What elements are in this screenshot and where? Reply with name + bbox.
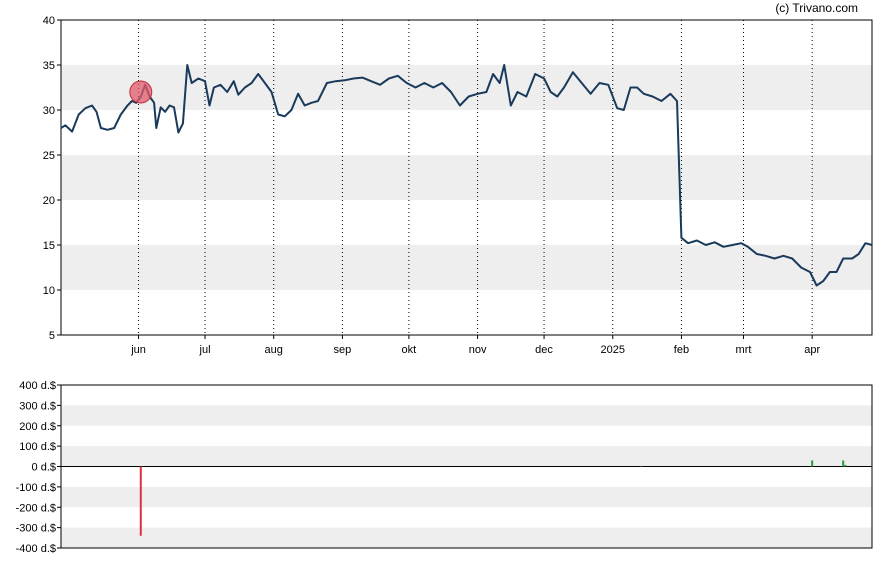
y-tick-label: -300 d.$ (16, 523, 56, 535)
y-tick-label: -100 d.$ (16, 482, 56, 494)
chart-canvas: jun jul aug sep okt nov dec 2025 feb mrt apr510152… (16, 15, 873, 555)
trade-marker (129, 80, 153, 104)
x-tick-label: aug (265, 344, 283, 356)
x-tick-label: okt (402, 344, 417, 356)
y-tick-label: 25 (43, 150, 55, 162)
y-tick-label: -400 d.$ (16, 543, 56, 555)
x-tick-label: nov (469, 344, 487, 356)
y-tick-label: 200 d.$ (19, 421, 56, 433)
x-tick-label: sep (334, 344, 352, 356)
x-tick-label: feb (674, 344, 689, 356)
price-chart: jun jul aug sep okt nov dec 2025 feb mrt apr510152… (43, 15, 873, 356)
volume-band (61, 527, 872, 548)
price-band (61, 155, 872, 200)
y-tick-label: 35 (43, 60, 55, 72)
x-tick-label: jul (199, 344, 211, 356)
volume-band (61, 486, 872, 508)
x-tick-label: 2025 (601, 344, 625, 356)
y-tick-label: 30 (43, 105, 55, 117)
volume-band (61, 446, 872, 467)
y-tick-label: 15 (43, 240, 55, 252)
insider-trades-chart: 400 d.$ 300 d.$ 200 d.$ 100 d.$ 0 d.$ -100 d.… (16, 380, 873, 555)
y-tick-label: 40 (43, 15, 55, 27)
y-tick-label: 100 d.$ (19, 441, 56, 453)
y-tick-label: 400 d.$ (19, 380, 56, 392)
price-band (61, 65, 872, 110)
x-tick-label: mrt (736, 344, 752, 356)
y-tick-label: 300 d.$ (19, 400, 56, 412)
x-tick-label: dec (535, 344, 553, 356)
x-tick-label: apr (804, 344, 820, 356)
y-tick-label: 0 d.$ (32, 462, 56, 474)
y-tick-label: -200 d.$ (16, 502, 56, 514)
y-tick-label: 10 (43, 285, 55, 297)
price-band (61, 245, 872, 290)
x-tick-label: jun (130, 344, 146, 356)
y-tick-label: 20 (43, 195, 55, 207)
y-tick-label: 5 (49, 330, 55, 342)
volume-band (61, 405, 872, 426)
